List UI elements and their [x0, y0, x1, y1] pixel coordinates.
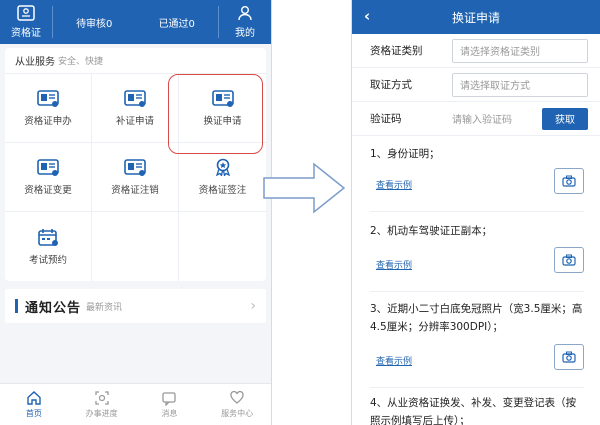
service-label: 资格证申办: [24, 116, 72, 127]
view-example-link[interactable]: 查看示例: [376, 354, 412, 367]
service-cert-endorse[interactable]: 资格证签注: [179, 143, 266, 212]
page-title: 换证申请: [451, 10, 500, 25]
service-label: 换证申请: [203, 116, 242, 127]
badge-icon: [215, 158, 230, 176]
service-cert-cancel[interactable]: 资格证注销: [92, 143, 179, 212]
header-bar: ‹ 换证申请: [352, 0, 600, 34]
empty-cell: [179, 212, 266, 281]
get-code-button[interactable]: 获取: [542, 107, 588, 130]
mine-tab-label: 我的: [235, 28, 255, 39]
camera-icon: [562, 254, 576, 266]
calendar-icon: [38, 228, 58, 246]
document-title: 4.5厘米；分辨率300DPI）；: [370, 321, 504, 333]
pickup-row: 取证方式 请选择取证方式: [352, 68, 600, 102]
service-exam-booking[interactable]: 考试预约: [5, 212, 92, 281]
services-title: 从业服务: [15, 57, 55, 68]
code-row: 验证码 请输入验证码 获取: [352, 102, 600, 136]
empty-cell: [92, 212, 179, 281]
id-card-icon: [37, 90, 59, 107]
chevron-right-icon: ›: [250, 298, 256, 314]
view-example-link[interactable]: 查看示例: [376, 178, 412, 191]
document-title: 1、身份证明；: [370, 148, 440, 160]
camera-icon: [562, 175, 576, 187]
service-label: 资格证注销: [111, 185, 159, 196]
code-label: 验证码: [370, 113, 402, 125]
user-icon: [238, 6, 252, 21]
document-title: 照示例填写后上传）；: [370, 415, 470, 425]
service-label: 资格证签注: [198, 185, 247, 196]
passed-count[interactable]: 已通过0: [159, 15, 195, 30]
id-card-icon: [124, 90, 146, 107]
renew-screen: ‹ 换证申请 资格证类别 请选择资格证类别 取证方式 请选择取证方式 验证码 请…: [351, 0, 600, 425]
scan-icon: [94, 391, 109, 405]
notice-section[interactable]: 通知公告 最新资讯 ›: [5, 289, 266, 323]
notice-subtitle: 最新资讯: [86, 302, 123, 313]
services-card: 从业服务 安全、快捷 资格证申办 补证申请 换证申请 资格证变更 资格证注销 资…: [5, 48, 266, 281]
mine-tab[interactable]: 我的: [219, 0, 271, 44]
pickup-label: 取证方式: [370, 79, 412, 91]
arrow-right-icon: [263, 162, 346, 214]
document-title: 2、机动车驾驶证正副本；: [370, 225, 493, 237]
code-input[interactable]: 请输入验证码: [452, 111, 542, 126]
nav-home[interactable]: 首页: [0, 384, 68, 425]
nav-service-center[interactable]: 服务中心: [203, 384, 271, 425]
services-grid: 资格证申办 补证申请 换证申请 资格证变更 资格证注销 资格证签注 考试预约: [5, 74, 266, 281]
document-title: 3、近期小二寸白底免冠照片（宽3.5厘米；高: [370, 303, 583, 315]
nav-progress[interactable]: 办事进度: [68, 384, 136, 425]
pickup-select[interactable]: 请选择取证方式: [452, 72, 588, 97]
id-card-icon: [17, 5, 35, 21]
document-item: 4、从业资格证换发、补发、变更登记表（按 照示例填写后上传）；: [352, 388, 600, 425]
document-title: 4、从业资格证换发、补发、变更登记表（按: [370, 397, 577, 409]
services-subtitle: 安全、快捷: [58, 57, 104, 67]
cert-type-row: 资格证类别 请选择资格证类别: [352, 34, 600, 68]
home-icon: [27, 391, 41, 405]
id-card-icon: [211, 90, 234, 107]
heart-hands-icon: [230, 390, 244, 404]
cert-type-select[interactable]: 请选择资格证类别: [452, 38, 588, 63]
notice-title: 通知公告: [25, 300, 82, 316]
back-icon[interactable]: ‹: [364, 7, 370, 25]
cert-tab[interactable]: 资格证: [0, 0, 52, 44]
upload-camera-button[interactable]: [554, 344, 584, 370]
document-item: 1、身份证明； 查看示例: [352, 136, 600, 212]
service-label: 资格证变更: [24, 185, 72, 196]
nav-label: 首页: [25, 409, 42, 418]
cert-tab-label: 资格证: [11, 28, 41, 39]
status-summary: 待审核0 已通过0: [52, 6, 219, 38]
nav-label: 消息: [161, 409, 178, 418]
services-header: 从业服务 安全、快捷: [5, 48, 266, 74]
notice-accent-bar: [15, 299, 18, 313]
message-icon: [162, 392, 177, 406]
top-bar: 资格证 待审核0 已通过0 我的: [0, 0, 271, 44]
document-item: 3、近期小二寸白底免冠照片（宽3.5厘米；高 4.5厘米；分辨率300DPI）；…: [352, 292, 600, 388]
service-label: 补证申请: [115, 116, 154, 127]
nav-label: 服务中心: [221, 409, 254, 418]
home-screen: 资格证 待审核0 已通过0 我的 从业服务 安全、快捷 资格证申办 补证申请 换…: [0, 0, 272, 425]
cert-type-label: 资格证类别: [370, 45, 423, 57]
document-item: 2、机动车驾驶证正副本； 查看示例: [352, 212, 600, 292]
upload-camera-button[interactable]: [554, 168, 584, 194]
id-card-icon: [124, 159, 146, 176]
nav-label: 办事进度: [85, 409, 118, 418]
nav-messages[interactable]: 消息: [136, 384, 204, 425]
service-cert-apply[interactable]: 资格证申办: [5, 74, 92, 143]
view-example-link[interactable]: 查看示例: [376, 258, 412, 271]
bottom-nav: 首页 办事进度 消息 服务中心: [0, 383, 271, 425]
upload-camera-button[interactable]: [554, 247, 584, 273]
service-cert-change[interactable]: 资格证变更: [5, 143, 92, 212]
id-card-icon: [37, 159, 59, 176]
pending-count[interactable]: 待审核0: [76, 15, 112, 30]
service-cert-renew[interactable]: 换证申请: [179, 74, 266, 143]
service-cert-reissue[interactable]: 补证申请: [92, 74, 179, 143]
camera-icon: [562, 351, 576, 363]
service-label: 考试预约: [28, 254, 67, 266]
